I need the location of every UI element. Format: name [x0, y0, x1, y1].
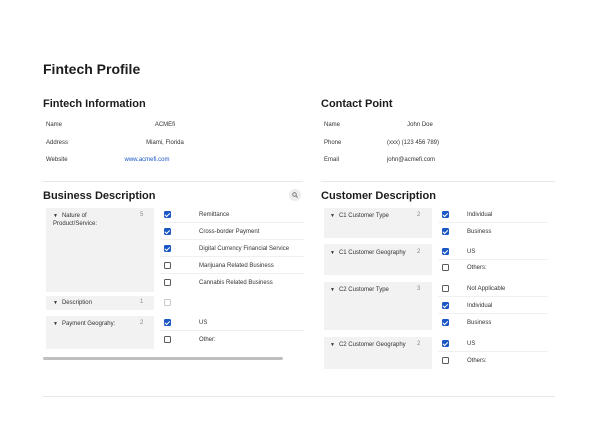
- search-button[interactable]: [289, 189, 301, 201]
- option-label: Others:: [467, 265, 487, 271]
- option-label: Not Applicable: [467, 286, 506, 292]
- checkbox-description[interactable]: [164, 299, 171, 306]
- contact-phone-value: (xxx) (123 456 789): [386, 140, 440, 146]
- fintech-address-label: Address: [46, 140, 69, 146]
- divider: [438, 222, 548, 223]
- contact-email-value: john@acmefi.com: [386, 157, 436, 163]
- group-label-nature-of-product[interactable]: ▼ Nature of Product/Service:: [53, 212, 123, 228]
- caret-down-icon: ▼: [330, 287, 335, 293]
- caret-down-icon: ▼: [53, 321, 58, 327]
- customer-description-title: Customer Description: [321, 190, 436, 202]
- divider: [160, 273, 304, 274]
- contact-point-title: Contact Point: [321, 98, 393, 110]
- caret-down-icon: ▼: [330, 213, 335, 219]
- group-label-c1-customer-geography[interactable]: ▼ C1 Customer Geography: [330, 249, 406, 257]
- fintech-website-label: Website: [46, 157, 68, 163]
- divider: [160, 239, 304, 240]
- option-label: Business: [467, 229, 492, 235]
- contact-name-label: Name: [324, 122, 341, 128]
- divider: [160, 330, 304, 331]
- group-label-payment-geography[interactable]: ▼ Payment Geograhy:: [53, 320, 115, 328]
- checkbox-cannabis-related[interactable]: [164, 279, 171, 286]
- option-label: Business: [467, 320, 492, 326]
- group-label-c1-customer-type[interactable]: ▼ C1 Customer Type: [330, 212, 389, 220]
- group-label-description[interactable]: ▼ Description: [53, 299, 92, 307]
- option-label: Remittance: [199, 212, 230, 218]
- option-label: Individual: [467, 212, 493, 218]
- caret-down-icon: ▼: [53, 213, 58, 219]
- caret-down-icon: ▼: [330, 250, 335, 256]
- checkbox-us[interactable]: [164, 319, 171, 326]
- group-label-c2-customer-geography[interactable]: ▼ C2 Customer Geography: [330, 341, 406, 349]
- fintech-information-title: Fintech Information: [43, 98, 146, 110]
- fintech-name-value: ACMEfi: [154, 122, 176, 128]
- fintech-address-value: Miami, Florida: [146, 140, 184, 146]
- divider: [43, 181, 303, 182]
- checkbox-digital-currency[interactable]: [164, 245, 171, 252]
- checkbox-cross-border-payment[interactable]: [164, 228, 171, 235]
- divider: [438, 259, 548, 260]
- checkbox-other[interactable]: [164, 336, 171, 343]
- option-label: US: [199, 320, 208, 326]
- contact-phone-label: Phone: [324, 140, 342, 146]
- group-count: 2: [140, 320, 144, 326]
- checkbox-c1-us[interactable]: [442, 248, 449, 255]
- fintech-website-link[interactable]: www.acmefi.com: [92, 157, 202, 163]
- group-count: 5: [140, 212, 144, 218]
- contact-email-label: Email: [324, 157, 340, 163]
- checkbox-c1-individual[interactable]: [442, 211, 449, 218]
- option-label: Other:: [199, 337, 216, 343]
- checkbox-c2-us[interactable]: [442, 340, 449, 347]
- checkbox-c2-individual[interactable]: [442, 302, 449, 309]
- checkbox-c2-not-applicable[interactable]: [442, 285, 449, 292]
- divider: [321, 181, 555, 182]
- divider: [438, 351, 548, 352]
- divider: [160, 256, 304, 257]
- group-count: 2: [417, 212, 421, 218]
- option-label: Marijuana Related Business: [199, 263, 274, 269]
- group-count: 1: [140, 299, 144, 305]
- page-title: Fintech Profile: [43, 61, 141, 77]
- fintech-name-label: Name: [46, 122, 63, 128]
- group-label-c2-customer-type[interactable]: ▼ C2 Customer Type: [330, 286, 389, 294]
- contact-name-value: John Doe: [407, 122, 433, 128]
- option-label: Others:: [467, 358, 487, 364]
- search-icon: [292, 192, 298, 198]
- group-count: 3: [417, 286, 421, 292]
- checkbox-remittance[interactable]: [164, 211, 171, 218]
- option-label: US: [467, 341, 476, 347]
- caret-down-icon: ▼: [330, 342, 335, 348]
- caret-down-icon: ▼: [53, 300, 58, 306]
- group-count: 2: [417, 249, 421, 255]
- option-label: US: [467, 249, 476, 255]
- checkbox-c1-others[interactable]: [442, 264, 449, 271]
- option-label: Digital Currency Financial Service: [199, 246, 290, 252]
- divider: [438, 313, 548, 314]
- group-count: 2: [417, 341, 421, 347]
- checkbox-marijuana-related[interactable]: [164, 262, 171, 269]
- option-label: Cross-border Payment: [199, 229, 260, 235]
- business-description-title: Business Description: [43, 190, 156, 202]
- option-label: Cannabis Related Business: [199, 280, 273, 286]
- divider: [43, 396, 555, 397]
- option-label: Individual: [467, 303, 493, 309]
- checkbox-c2-business[interactable]: [442, 319, 449, 326]
- divider: [438, 296, 548, 297]
- horizontal-scrollbar[interactable]: [43, 357, 283, 360]
- checkbox-c2-others[interactable]: [442, 357, 449, 364]
- checkbox-c1-business[interactable]: [442, 228, 449, 235]
- divider: [160, 222, 304, 223]
